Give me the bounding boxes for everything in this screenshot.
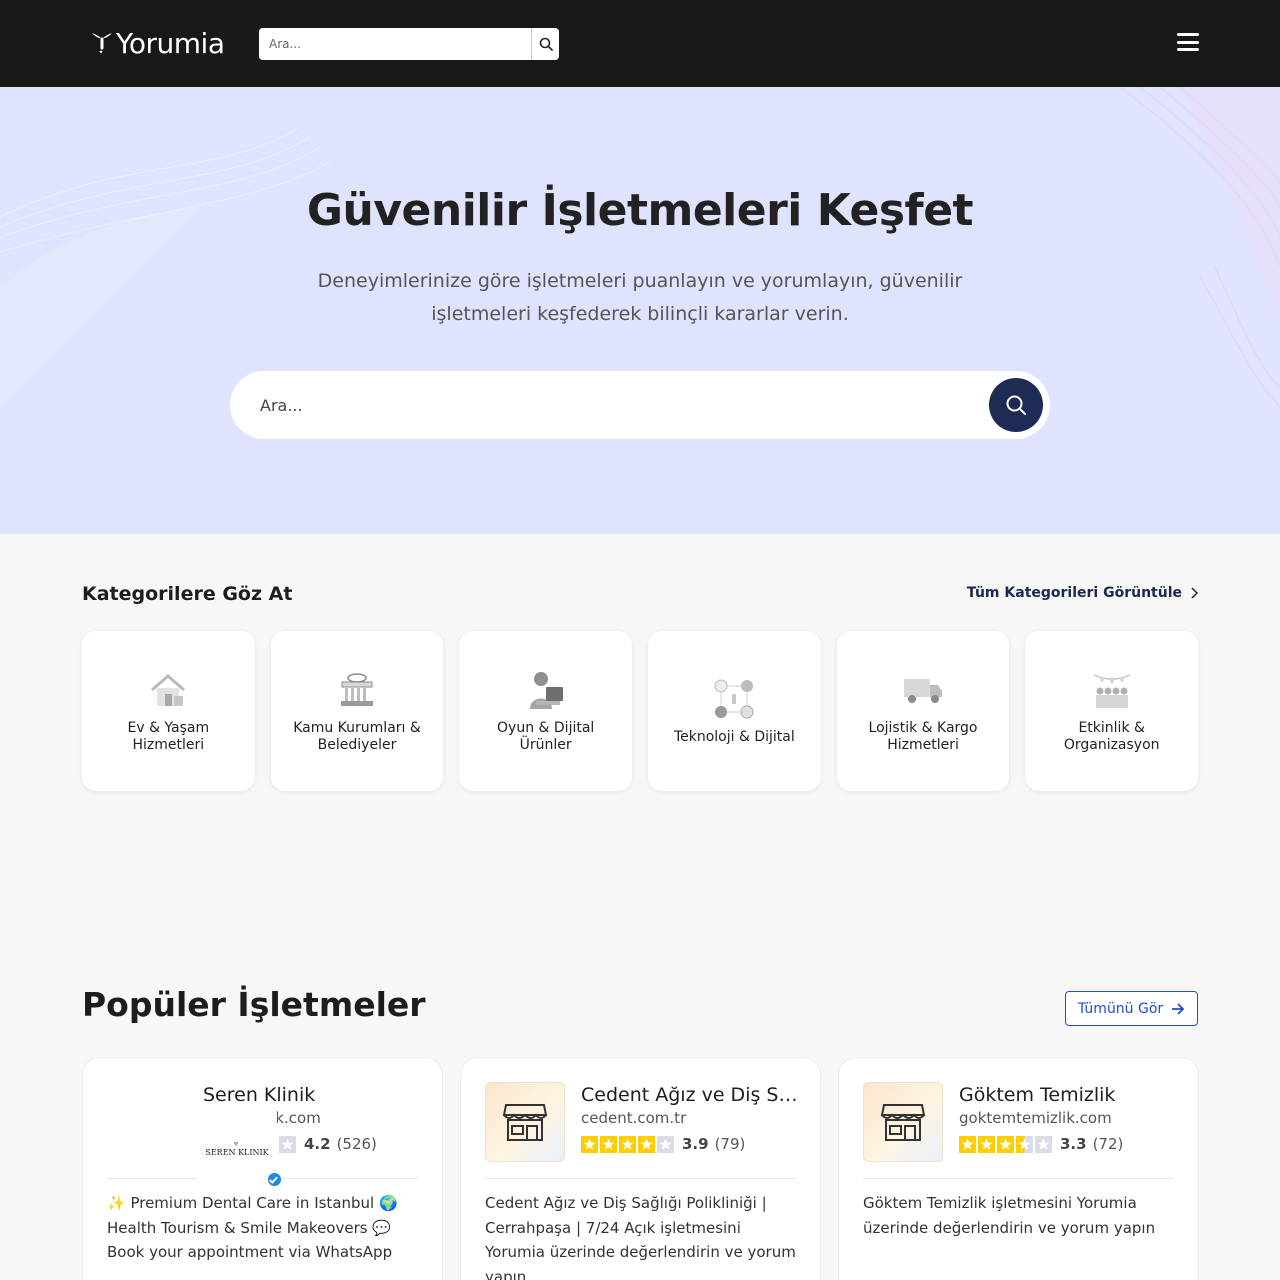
category-label: Ev & Yaşam Hizmetleri — [127, 720, 210, 753]
star-icon — [657, 1135, 674, 1153]
social-media-icon — [712, 677, 756, 721]
star-icon — [638, 1135, 655, 1153]
event-icon — [1090, 668, 1134, 712]
business-rating: 3.9 (79) — [581, 1135, 806, 1153]
star-icon — [1016, 1135, 1033, 1153]
review-count: (72) — [1092, 1135, 1124, 1153]
hero-search-button[interactable] — [989, 378, 1043, 432]
category-list: Ev & Yaşam Hizmetleri Kamu Kurumları & B… — [82, 631, 1199, 791]
business-card[interactable]: Göktem Temizlik goktemtemizlik.com 3.3 (… — [838, 1057, 1199, 1280]
star-icon — [978, 1135, 995, 1153]
rating-value: 4.2 — [304, 1135, 331, 1153]
category-label: Oyun & Dijital Ürünler — [497, 720, 595, 753]
hero-subtitle: Deneyimlerinize göre işletmeleri puanlay… — [290, 265, 990, 331]
star-icon — [1035, 1135, 1052, 1153]
business-card[interactable]: Cedent Ağız ve Diş Sağlığı Polikliniği c… — [460, 1057, 821, 1280]
header-search-input[interactable] — [259, 28, 531, 60]
hero-search-bar — [230, 371, 1050, 439]
category-card-etkinlik[interactable]: Etkinlik & Organizasyon — [1025, 631, 1199, 791]
category-card-kamu[interactable]: Kamu Kurumları & Belediyeler — [270, 631, 444, 791]
category-label: Lojistik & Kargo Hizmetleri — [868, 720, 978, 753]
card-divider — [863, 1178, 1174, 1179]
view-all-businesses-label: Tümünü Gör — [1077, 1000, 1164, 1017]
chevron-right-icon — [1191, 587, 1198, 599]
popular-business-list: SEREN KLINIK Seren Klinik serenklinik.co… — [82, 1057, 1199, 1280]
rating-value: 3.9 — [682, 1135, 709, 1153]
category-card-teknoloji[interactable]: Teknoloji & Dijital — [648, 631, 821, 791]
store-placeholder-icon — [485, 1082, 565, 1162]
hero-search-input[interactable] — [230, 395, 989, 415]
business-logo: SEREN KLINIK — [197, 1108, 283, 1188]
view-all-categories-link[interactable]: Tüm Kategorileri Görüntüle — [967, 585, 1198, 601]
business-domain: goktemtemizlik.com — [959, 1109, 1112, 1127]
truck-icon — [901, 668, 945, 712]
house-icon — [146, 668, 190, 712]
header-search-button[interactable] — [531, 28, 559, 60]
review-count: (79) — [714, 1135, 746, 1153]
hero-subtitle-line1: Deneyimlerinize göre işletmeleri puanlay… — [317, 270, 963, 292]
hero-subtitle-line2: işletmeleri keşfederek bilinçli kararlar… — [431, 303, 849, 325]
business-logo-text: SEREN KLINIK — [205, 1148, 269, 1157]
government-building-icon — [335, 668, 379, 712]
gamer-icon — [524, 668, 568, 712]
verified-badge-icon — [266, 1171, 283, 1188]
brand-name: Yorumia — [116, 26, 225, 60]
star-icon — [279, 1135, 296, 1153]
brand-logo[interactable]: Yorumia — [90, 26, 225, 60]
business-description: Göktem Temizlik işletmesini Yorumia üzer… — [863, 1194, 1156, 1237]
category-label: Kamu Kurumları & Belediyeler — [293, 720, 421, 753]
hamburger-bar — [1177, 33, 1199, 36]
category-card-lojistik[interactable]: Lojistik & Kargo Hizmetleri — [836, 631, 1010, 791]
category-card-oyun[interactable]: Oyun & Dijital Ürünler — [459, 631, 633, 791]
categories-title: Kategorilere Göz At — [82, 583, 293, 605]
hamburger-bar — [1177, 40, 1199, 44]
business-name: Göktem Temizlik — [959, 1084, 1116, 1106]
rating-value: 3.3 — [1060, 1135, 1087, 1153]
star-icon — [600, 1135, 617, 1153]
business-card[interactable]: SEREN KLINIK Seren Klinik serenklinik.co… — [82, 1057, 443, 1280]
business-description: Cedent Ağız ve Diş Sağlığı Polikliniği |… — [485, 1194, 796, 1280]
business-name: Seren Klinik — [203, 1084, 316, 1106]
search-icon — [539, 37, 553, 51]
card-divider — [485, 1178, 796, 1179]
business-description: ✨ Premium Dental Care in Istanbul 🌍 Heal… — [107, 1194, 398, 1261]
store-placeholder-icon — [863, 1082, 943, 1162]
hero-title: Güvenilir İşletmeleri Keşfet — [306, 185, 974, 236]
search-icon — [1006, 395, 1026, 415]
arrow-right-icon — [1172, 1002, 1185, 1015]
star-icon — [581, 1135, 598, 1153]
header-search — [259, 28, 559, 60]
top-navbar: Yorumia — [0, 0, 1280, 87]
category-label: Teknoloji & Dijital — [673, 728, 795, 745]
hero-section: Güvenilir İşletmeleri Keşfet Deneyimleri… — [0, 87, 1280, 534]
business-rating: 3.3 (72) — [959, 1135, 1174, 1153]
review-count: (526) — [336, 1135, 377, 1153]
yorumia-logo-icon — [92, 33, 112, 54]
menu-toggle-button[interactable] — [1177, 31, 1199, 53]
popular-businesses-title: Popüler İşletmeler — [82, 985, 426, 1024]
star-icon — [997, 1135, 1014, 1153]
star-icon — [959, 1135, 976, 1153]
view-all-categories-label: Tüm Kategorileri Görüntüle — [966, 585, 1182, 601]
category-card-ev-yasam[interactable]: Ev & Yaşam Hizmetleri — [82, 631, 255, 791]
business-name: Cedent Ağız ve Diş Sağlığı Polikliniği — [581, 1084, 806, 1106]
category-label: Etkinlik & Organizasyon — [1063, 720, 1160, 753]
hamburger-bar — [1177, 48, 1199, 51]
view-all-businesses-button[interactable]: Tümünü Gör — [1065, 991, 1198, 1026]
business-domain: cedent.com.tr — [581, 1109, 687, 1127]
star-icon — [619, 1135, 636, 1153]
